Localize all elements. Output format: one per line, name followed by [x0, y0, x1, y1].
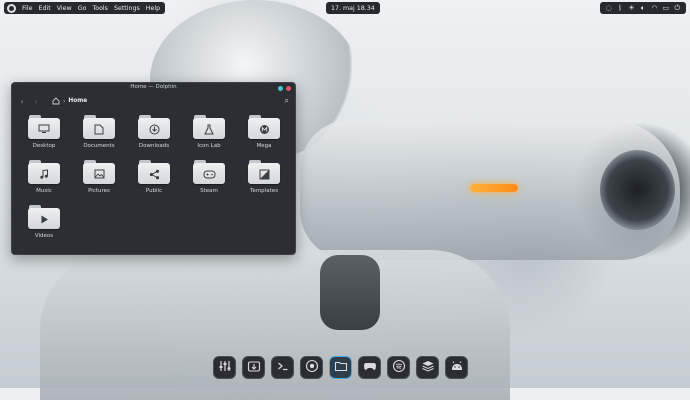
spotify-icon — [392, 358, 406, 377]
battery-icon[interactable]: ▭ — [661, 2, 670, 14]
close-button[interactable] — [286, 86, 291, 91]
dock-games[interactable] — [358, 356, 381, 379]
wallpaper-hand — [320, 255, 380, 330]
folder-label: Templates — [250, 188, 278, 194]
menu-view[interactable]: View — [57, 5, 72, 12]
wallpaper-lights — [470, 184, 518, 192]
folder-documents[interactable]: Documents — [73, 115, 125, 157]
dock-terminal[interactable] — [271, 356, 294, 379]
folder-icon — [193, 160, 225, 184]
folder-public[interactable]: Public — [128, 160, 180, 202]
folder-label: Downloads — [138, 143, 170, 149]
window-titlebar[interactable]: Home — Dolphin — [12, 83, 295, 95]
folder-icon — [138, 115, 170, 139]
folder-label: Steam — [200, 188, 218, 194]
gamepad-icon — [363, 358, 377, 377]
folder-steam[interactable]: Steam — [183, 160, 235, 202]
globe-icon[interactable]: ◌ — [604, 2, 613, 14]
home-icon[interactable] — [52, 97, 60, 105]
dock-mixer[interactable] — [213, 356, 236, 379]
system-tray: ◌ ᛒ ☀ 🔈︎ ◠ ▭ ⏻ — [600, 2, 686, 14]
toolbar: ‹ › › Home ⌕ — [12, 95, 295, 107]
dock — [213, 356, 477, 384]
chrome-icon — [305, 358, 319, 377]
folder-label: Documents — [83, 143, 115, 149]
menu-tools[interactable]: Tools — [92, 5, 108, 12]
breadcrumb: › Home — [52, 97, 87, 105]
folder-pictures[interactable]: Pictures — [73, 160, 125, 202]
volume-icon[interactable]: 🔈︎ — [638, 2, 647, 14]
dock-spotify[interactable] — [387, 356, 410, 379]
forward-button[interactable]: › — [32, 97, 40, 106]
folder-desktop[interactable]: Desktop — [18, 115, 70, 157]
wifi-icon[interactable]: ◠ — [650, 2, 659, 14]
folder-label: Public — [145, 188, 163, 194]
dock-chrome[interactable] — [300, 356, 323, 379]
dock-files[interactable] — [329, 356, 352, 379]
folder-icon — [28, 115, 60, 139]
clock[interactable]: 17. maj 18.34 — [326, 2, 380, 14]
bluetooth-icon[interactable]: ᛒ — [616, 2, 625, 14]
folder-videos[interactable]: Videos — [18, 205, 70, 247]
folder-icon — [248, 160, 280, 184]
power-icon[interactable]: ⏻ — [673, 2, 682, 14]
sun-icon[interactable]: ☀ — [627, 2, 636, 14]
folder-icon — [248, 115, 280, 139]
folder-mega[interactable]: Mega — [238, 115, 290, 157]
folder-icon — [28, 160, 60, 184]
global-menu: File Edit View Go Tools Settings Help — [4, 2, 166, 14]
folder-icon — [28, 205, 60, 229]
chevron-right-icon: › — [63, 97, 66, 105]
folder-icon — [83, 115, 115, 139]
folder-icon — [83, 160, 115, 184]
window-title: Home — Dolphin — [130, 84, 177, 90]
android-icon — [450, 358, 464, 377]
menu-settings[interactable]: Settings — [114, 5, 140, 12]
terminal-icon — [276, 358, 290, 377]
folder-icon — [334, 358, 348, 377]
folder-music[interactable]: Music — [18, 160, 70, 202]
folder-icon — [138, 160, 170, 184]
folder-templates[interactable]: Templates — [238, 160, 290, 202]
dock-downloads[interactable] — [242, 356, 265, 379]
folder-label: Icon Lab — [197, 143, 221, 149]
wallpaper-barrel — [600, 150, 675, 230]
folder-downloads[interactable]: Downloads — [128, 115, 180, 157]
menu-help[interactable]: Help — [146, 5, 160, 12]
app-launcher-icon[interactable] — [7, 3, 16, 13]
back-button[interactable]: ‹ — [18, 97, 26, 106]
folder-label: Music — [36, 188, 52, 194]
menu-file[interactable]: File — [22, 5, 33, 12]
dolphin-window: Home — Dolphin ‹ › › Home ⌕ Desktop Docu… — [11, 82, 296, 255]
mixer-icon — [218, 358, 232, 377]
menu-edit[interactable]: Edit — [39, 5, 51, 12]
maximize-button[interactable] — [278, 86, 283, 91]
menu-go[interactable]: Go — [78, 5, 87, 12]
folder-label: Desktop — [32, 143, 56, 149]
breadcrumb-home[interactable]: Home — [68, 98, 87, 104]
top-panel: File Edit View Go Tools Settings Help 17… — [0, 0, 690, 15]
folder-icon-lab[interactable]: Icon Lab — [183, 115, 235, 157]
folder-label: Mega — [256, 143, 272, 149]
folder-icon — [193, 115, 225, 139]
dock-stack[interactable] — [416, 356, 439, 379]
folder-label: Pictures — [88, 188, 110, 194]
search-icon[interactable]: ⌕ — [285, 96, 289, 106]
folder-label: Videos — [34, 233, 54, 239]
dock-android[interactable] — [445, 356, 468, 379]
file-download-icon — [247, 358, 261, 377]
stack-icon — [421, 358, 435, 377]
